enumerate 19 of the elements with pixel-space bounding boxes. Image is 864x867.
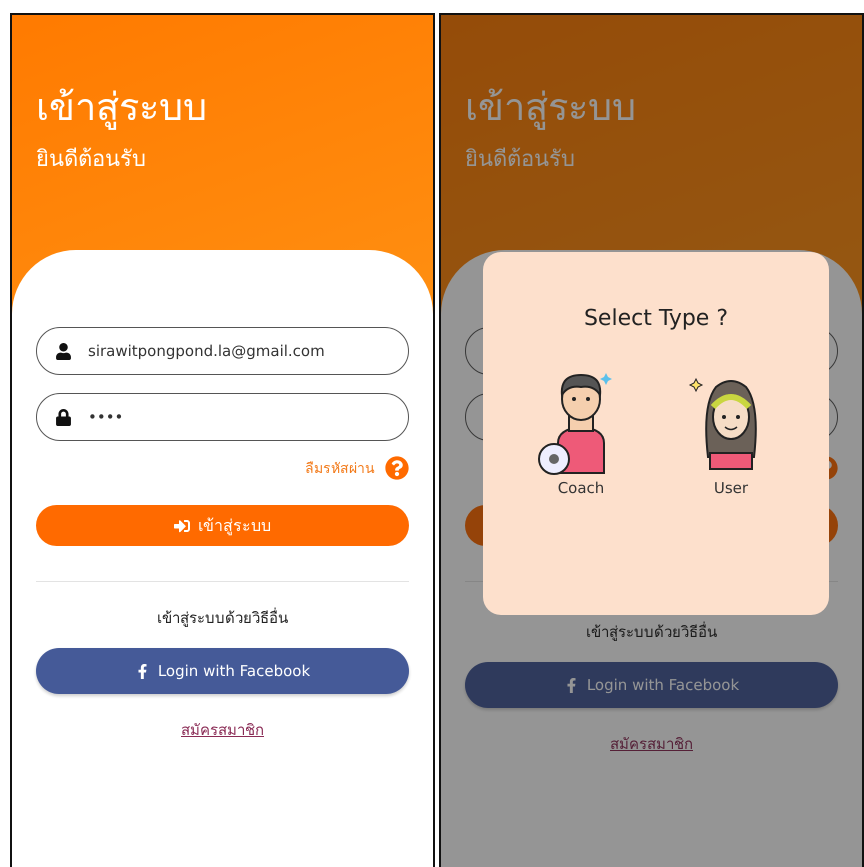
welcome-subtitle: ยินดีต้อนรับ — [36, 146, 147, 174]
other-methods-label: เข้าสู่ระบบด้วยวิธีอื่น — [156, 606, 289, 629]
type-option[interactable]: Coach — [531, 365, 631, 497]
password-field[interactable]: •••• — [36, 393, 409, 441]
screen-title: เข้าสู่ระบบ — [36, 84, 208, 131]
screen-title: เข้าสู่ระบบ — [465, 84, 637, 131]
sign-in-icon — [174, 518, 190, 534]
help-icon[interactable] — [385, 456, 409, 480]
signup-link[interactable]: สมัครสมาชิก — [610, 732, 693, 756]
email-field[interactable]: sirawitpongpond.la@gmail.com — [36, 327, 409, 375]
facebook-login-button[interactable]: Login with Facebook — [465, 662, 838, 708]
lock-icon — [55, 408, 72, 426]
signup-link[interactable]: สมัครสมาชิก — [181, 718, 264, 742]
other-methods-label: เข้าสู่ระบบด้วยวิธีอื่น — [585, 620, 718, 643]
person-icon — [55, 342, 72, 360]
dialog-title: Select Type ? — [584, 306, 728, 331]
facebook-login-button[interactable]: Login with Facebook — [36, 648, 409, 694]
type-option[interactable]: User — [681, 365, 781, 497]
welcome-subtitle: ยินดีต้อนรับ — [465, 146, 576, 174]
